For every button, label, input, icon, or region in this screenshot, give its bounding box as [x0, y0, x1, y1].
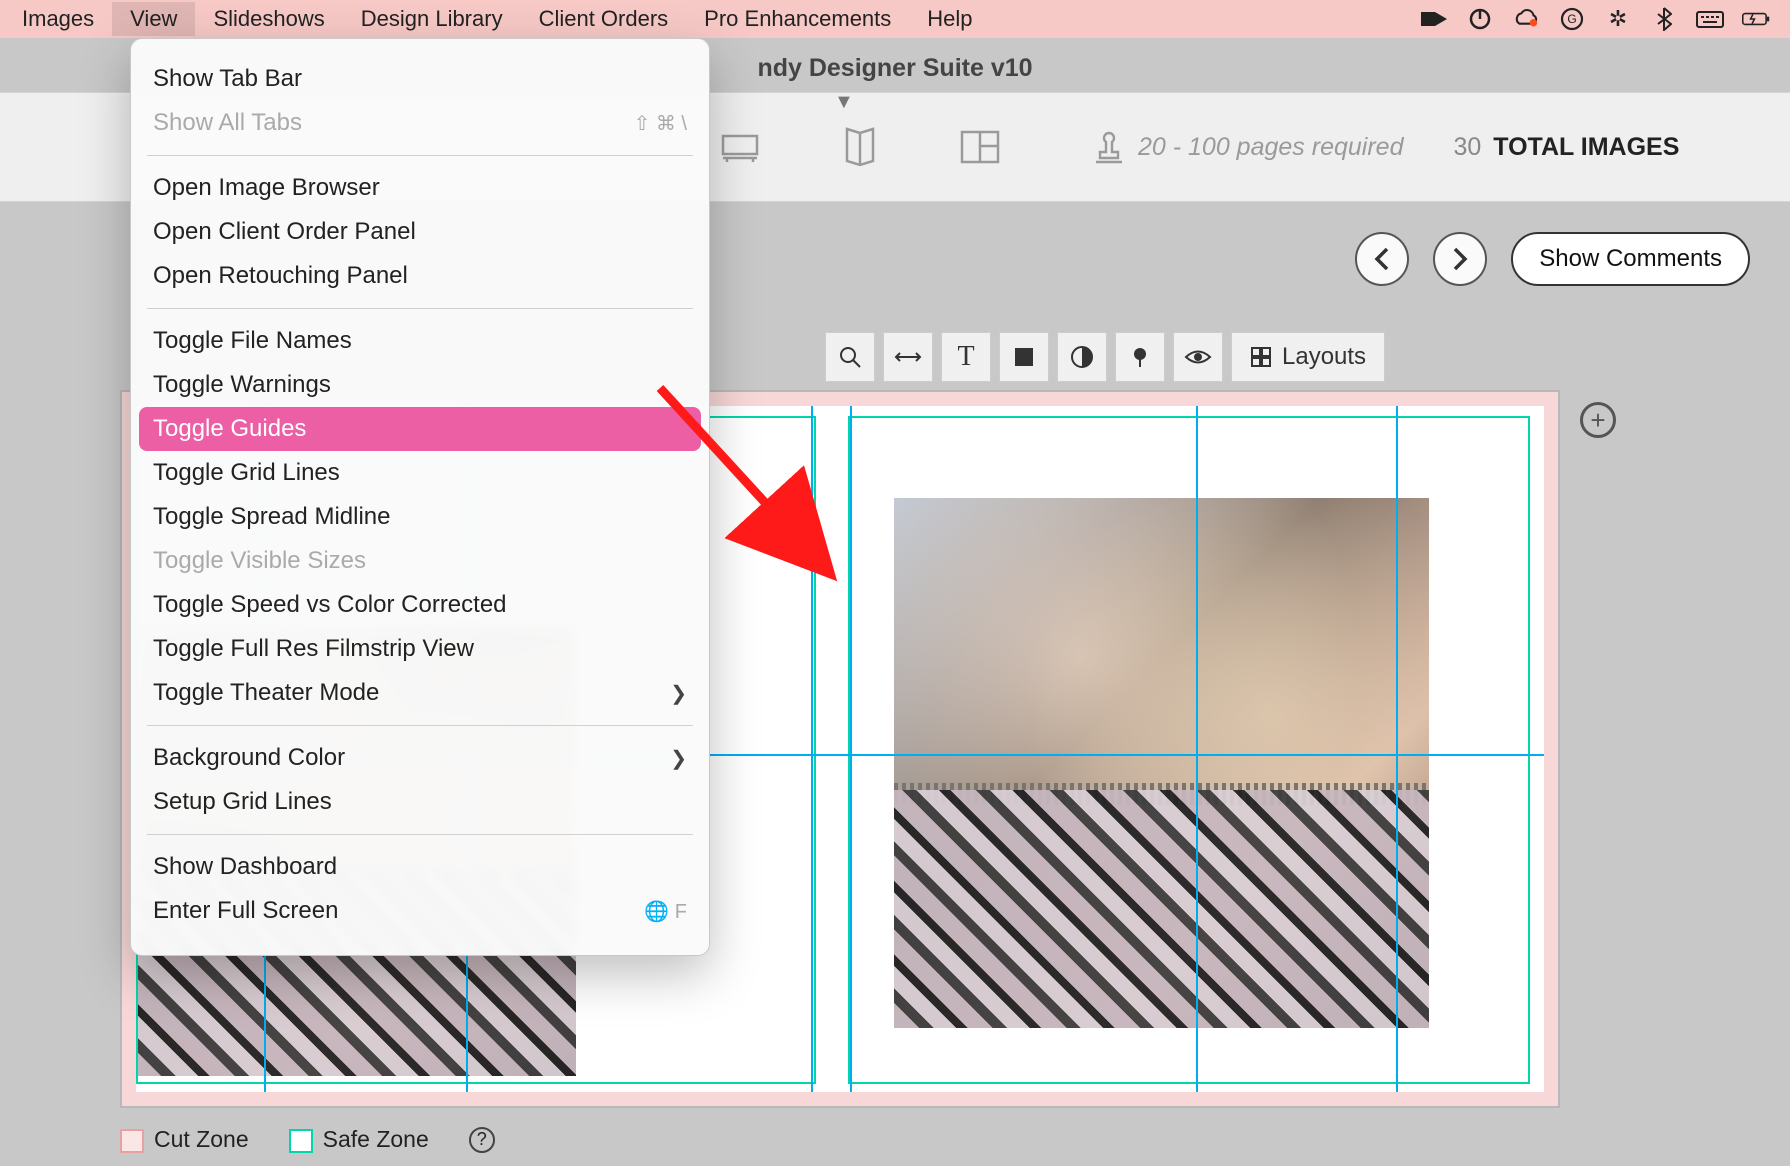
- menu-item-toggle-speed-vs-color-corrected[interactable]: Toggle Speed vs Color Corrected: [131, 583, 709, 627]
- loading-icon[interactable]: ✲: [1604, 6, 1632, 32]
- safe-zone-legend: Safe Zone: [289, 1126, 429, 1153]
- menu-item-toggle-warnings[interactable]: Toggle Warnings: [131, 363, 709, 407]
- cut-zone-legend: Cut Zone: [120, 1126, 249, 1153]
- fill-tool-button[interactable]: [999, 332, 1049, 382]
- menu-item-background-color[interactable]: Background Color❯: [131, 736, 709, 780]
- canvas-toolbar: T Layouts: [825, 332, 1385, 382]
- contrast-tool-button[interactable]: [1057, 332, 1107, 382]
- menu-client-orders[interactable]: Client Orders: [521, 2, 687, 36]
- safe-zone-guide-right: [848, 416, 1530, 1084]
- stamp-icon: [1090, 128, 1128, 166]
- preview-tool-button[interactable]: [1173, 332, 1223, 382]
- dropdown-caret-icon[interactable]: ▼: [834, 91, 854, 114]
- pages-required-hint: 20 - 100 pages required: [1090, 128, 1403, 166]
- menu-item-toggle-guides[interactable]: Toggle Guides: [139, 407, 701, 451]
- menu-item-toggle-full-res-filmstrip-view[interactable]: Toggle Full Res Filmstrip View: [131, 627, 709, 671]
- menu-item-show-tab-bar[interactable]: Show Tab Bar: [131, 57, 709, 101]
- layouts-label: Layouts: [1282, 343, 1366, 371]
- menu-item-toggle-theater-mode[interactable]: Toggle Theater Mode❯: [131, 671, 709, 715]
- menu-item-show-all-tabs: Show All Tabs⇧ ⌘ \: [131, 101, 709, 145]
- menu-item-setup-grid-lines[interactable]: Setup Grid Lines: [131, 780, 709, 824]
- chevron-right-icon: ❯: [670, 746, 687, 771]
- book-icon[interactable]: [840, 127, 880, 167]
- menu-slideshows[interactable]: Slideshows: [195, 2, 342, 36]
- guide-vertical-4[interactable]: [850, 406, 852, 1092]
- zoom-tool-button[interactable]: [825, 332, 875, 382]
- menu-item-toggle-file-names[interactable]: Toggle File Names: [131, 319, 709, 363]
- guide-vertical-5[interactable]: [1196, 406, 1198, 1092]
- zone-legend: Cut Zone Safe Zone ?: [120, 1126, 495, 1153]
- menu-item-open-client-order-panel[interactable]: Open Client Order Panel: [131, 210, 709, 254]
- flag-icon[interactable]: [1420, 6, 1448, 32]
- panels-icon[interactable]: [960, 127, 1000, 167]
- add-page-button[interactable]: +: [1580, 402, 1616, 438]
- power-icon[interactable]: [1466, 6, 1494, 32]
- menu-images[interactable]: Images: [4, 2, 112, 36]
- show-comments-button[interactable]: Show Comments: [1511, 232, 1750, 286]
- bluetooth-icon[interactable]: [1650, 6, 1678, 32]
- os-menubar: Images View Slideshows Design Library Cl…: [0, 0, 1790, 38]
- prev-page-button[interactable]: [1355, 232, 1409, 286]
- keyboard-icon[interactable]: [1696, 6, 1724, 32]
- menu-item-toggle-visible-sizes: Toggle Visible Sizes: [131, 539, 709, 583]
- menu-help[interactable]: Help: [909, 2, 990, 36]
- circle-g-icon[interactable]: G: [1558, 6, 1586, 32]
- menu-item-open-retouching-panel[interactable]: Open Retouching Panel: [131, 254, 709, 298]
- guide-vertical-6[interactable]: [1396, 406, 1398, 1092]
- menu-design-library[interactable]: Design Library: [343, 2, 521, 36]
- cloud-sync-icon[interactable]: [1512, 6, 1540, 32]
- battery-icon[interactable]: [1742, 6, 1770, 32]
- pin-tool-button[interactable]: [1115, 332, 1165, 382]
- view-menu-dropdown: Show Tab BarShow All Tabs⇧ ⌘ \ Open Image…: [130, 38, 710, 956]
- guide-vertical-3[interactable]: [811, 406, 813, 1092]
- layouts-button[interactable]: Layouts: [1231, 332, 1385, 382]
- menu-item-toggle-spread-midline[interactable]: Toggle Spread Midline: [131, 495, 709, 539]
- width-tool-button[interactable]: [883, 332, 933, 382]
- total-images-readout: 30 TOTAL IMAGES: [1453, 133, 1679, 162]
- spread-layout-icon[interactable]: [720, 127, 760, 167]
- menu-item-show-dashboard[interactable]: Show Dashboard: [131, 845, 709, 889]
- svg-text:G: G: [1567, 12, 1576, 26]
- text-tool-button[interactable]: T: [941, 332, 991, 382]
- menu-item-toggle-grid-lines[interactable]: Toggle Grid Lines: [131, 451, 709, 495]
- menu-pro-enhancements[interactable]: Pro Enhancements: [686, 2, 909, 36]
- chevron-right-icon: ❯: [670, 681, 687, 706]
- next-page-button[interactable]: [1433, 232, 1487, 286]
- menu-view[interactable]: View: [112, 2, 195, 36]
- menu-item-open-image-browser[interactable]: Open Image Browser: [131, 166, 709, 210]
- menu-item-enter-full-screen[interactable]: Enter Full Screen🌐 F: [131, 889, 709, 933]
- status-tray: G ✲: [1420, 6, 1786, 32]
- legend-help-icon[interactable]: ?: [469, 1127, 495, 1153]
